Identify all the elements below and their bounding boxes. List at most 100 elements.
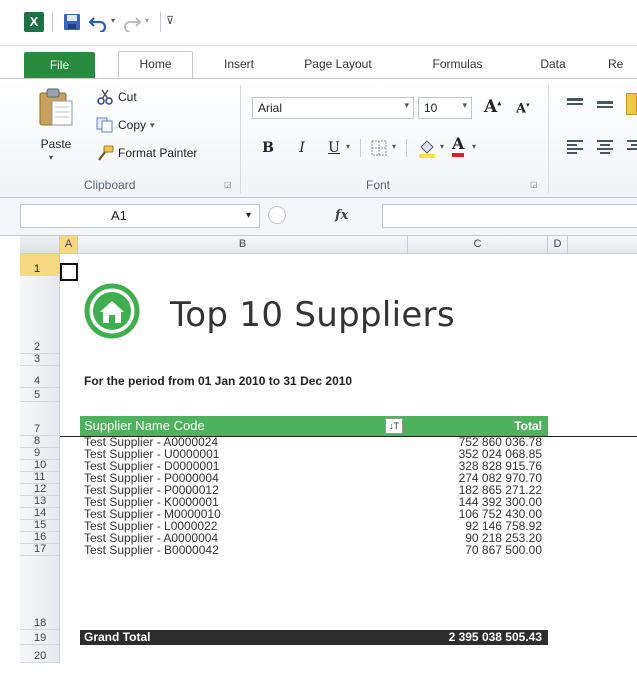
name-box-value: A1 — [111, 208, 127, 223]
tab-formulas[interactable]: Formulas — [415, 52, 500, 76]
borders-dropdown-icon[interactable]: ▾ — [392, 142, 396, 151]
filter-dropdown-icon[interactable]: ↓T — [385, 418, 403, 434]
row-header[interactable]: 19 — [20, 630, 60, 645]
font-size-value: 10 — [424, 101, 438, 115]
paste-icon[interactable] — [36, 87, 76, 127]
redo-icon[interactable] — [122, 12, 142, 32]
chevron-down-icon: ▾ — [462, 100, 467, 110]
row-header[interactable]: 5 — [20, 388, 60, 402]
quick-access-toolbar: X ▾ ▾ ⊽ — [0, 0, 637, 46]
home-logo-icon — [84, 283, 140, 339]
chevron-down-icon: ▾ — [404, 100, 409, 110]
copy-label: Copy — [118, 118, 147, 132]
name-box[interactable]: A1 ▾ — [20, 204, 260, 228]
cut-label: Cut — [118, 90, 137, 104]
tab-home[interactable]: Home — [118, 51, 193, 79]
grand-total-row: Grand Total 2 395 038 505.43 — [80, 630, 548, 645]
ribbon-tabs: File Home Insert Page Layout Formulas Da… — [0, 46, 637, 79]
row-header[interactable]: 2 — [20, 276, 60, 354]
report-title: Top 10 Suppliers — [170, 295, 455, 335]
copy-icon — [96, 117, 113, 133]
column-header-c[interactable]: C — [408, 236, 548, 254]
align-left-icon[interactable] — [566, 139, 584, 155]
row-header[interactable]: 4 — [20, 366, 60, 388]
supplier-name: Test Supplier - B0000042 — [84, 543, 219, 557]
tab-page-layout[interactable]: Page Layout — [288, 52, 388, 76]
active-cell-a1[interactable] — [60, 263, 78, 281]
grand-total-value: 2 395 038 505.43 — [448, 630, 542, 644]
tab-data[interactable]: Data — [528, 52, 578, 76]
clipboard-launcher-icon[interactable]: ◲ — [224, 180, 232, 189]
shrink-font-icon[interactable]: A▾ — [516, 100, 530, 116]
select-all-corner[interactable] — [20, 236, 60, 254]
fill-color-icon[interactable] — [416, 137, 438, 159]
grand-total-label: Grand Total — [84, 630, 151, 644]
table-header: Supplier Name Code ↓T Total — [80, 416, 548, 436]
qat-separator — [160, 12, 161, 32]
redo-dropdown-icon[interactable]: ▾ — [145, 16, 149, 25]
font-color-dropdown-icon[interactable]: ▾ — [472, 142, 476, 151]
cut-button[interactable]: Cut — [96, 89, 137, 105]
ribbon-home: Paste ▾ Cut Copy ▾ Format Painter Clipbo… — [0, 78, 637, 198]
font-launcher-icon[interactable]: ◲ — [530, 180, 538, 189]
undo-icon[interactable] — [88, 12, 108, 32]
font-size-select[interactable]: 10 ▾ — [418, 97, 472, 119]
align-bottom-button[interactable] — [626, 93, 637, 115]
clipboard-group-label: Clipboard — [84, 178, 136, 192]
row-header[interactable]: 20 — [20, 645, 60, 663]
row-header[interactable]: 17 — [20, 543, 60, 556]
grow-font-icon[interactable]: A▴ — [484, 97, 501, 117]
column-header-e[interactable] — [568, 236, 637, 254]
font-family-select[interactable]: Arial ▾ — [252, 97, 414, 119]
formula-bar: A1 ▾ fx — [0, 198, 637, 236]
paste-dropdown-icon[interactable]: ▾ — [49, 153, 53, 162]
chevron-down-icon: ▾ — [245, 210, 251, 221]
fill-color-dropdown-icon[interactable]: ▾ — [440, 142, 444, 151]
align-middle-icon[interactable] — [596, 97, 614, 111]
header-total: Total — [514, 419, 542, 433]
scissors-icon — [97, 89, 113, 105]
tab-file[interactable]: File — [24, 52, 95, 78]
align-center-icon[interactable] — [596, 139, 614, 155]
font-color-icon[interactable]: A — [452, 135, 465, 157]
column-header-a[interactable]: A — [60, 236, 78, 254]
qat-separator — [52, 12, 53, 32]
underline-button[interactable]: U — [324, 137, 344, 159]
group-separator — [548, 85, 549, 193]
insert-function-icon[interactable]: fx — [335, 208, 348, 223]
excel-logo-icon[interactable]: X — [24, 12, 44, 32]
group-separator — [240, 85, 241, 193]
undo-dropdown-icon[interactable]: ▾ — [111, 16, 115, 25]
report-period: For the period from 01 Jan 2010 to 31 De… — [84, 374, 353, 388]
supplier-total: 70 867 500.00 — [465, 543, 542, 557]
bold-button[interactable]: B — [258, 137, 278, 159]
font-family-value: Arial — [258, 101, 283, 115]
column-header-b[interactable]: B — [78, 236, 408, 254]
row-header[interactable]: 3 — [20, 353, 60, 366]
row-header[interactable]: 7 — [20, 402, 60, 436]
copy-dropdown-icon[interactable]: ▾ — [150, 120, 155, 131]
paste-button[interactable]: Paste — [36, 137, 76, 151]
customize-qat-icon[interactable]: ⊽ — [166, 14, 174, 27]
tab-review[interactable]: Re — [608, 52, 637, 76]
borders-icon[interactable] — [370, 139, 388, 157]
table-row: Test Supplier - B0000042 70 867 500.00 — [80, 544, 548, 556]
row-header[interactable]: 1 — [20, 254, 60, 276]
header-supplier-name: Supplier Name Code — [84, 418, 205, 433]
align-top-icon[interactable] — [566, 97, 584, 111]
row-header[interactable]: 18 — [20, 556, 60, 630]
italic-button[interactable]: I — [292, 137, 312, 159]
format-painter-label: Format Painter — [118, 146, 198, 160]
align-right-icon[interactable] — [626, 139, 637, 155]
format-painter-button[interactable]: Format Painter — [96, 145, 197, 161]
tab-insert[interactable]: Insert — [208, 52, 270, 76]
underline-dropdown-icon[interactable]: ▾ — [346, 142, 350, 151]
column-header-d[interactable]: D — [548, 236, 568, 254]
copy-button[interactable]: Copy ▾ — [96, 117, 155, 133]
format-painter-icon — [98, 145, 114, 161]
font-separator — [406, 139, 407, 157]
formula-input[interactable] — [382, 204, 637, 228]
font-group-label: Font — [366, 178, 391, 192]
save-icon[interactable] — [62, 12, 82, 32]
formula-bar-dots-icon[interactable] — [268, 206, 286, 224]
